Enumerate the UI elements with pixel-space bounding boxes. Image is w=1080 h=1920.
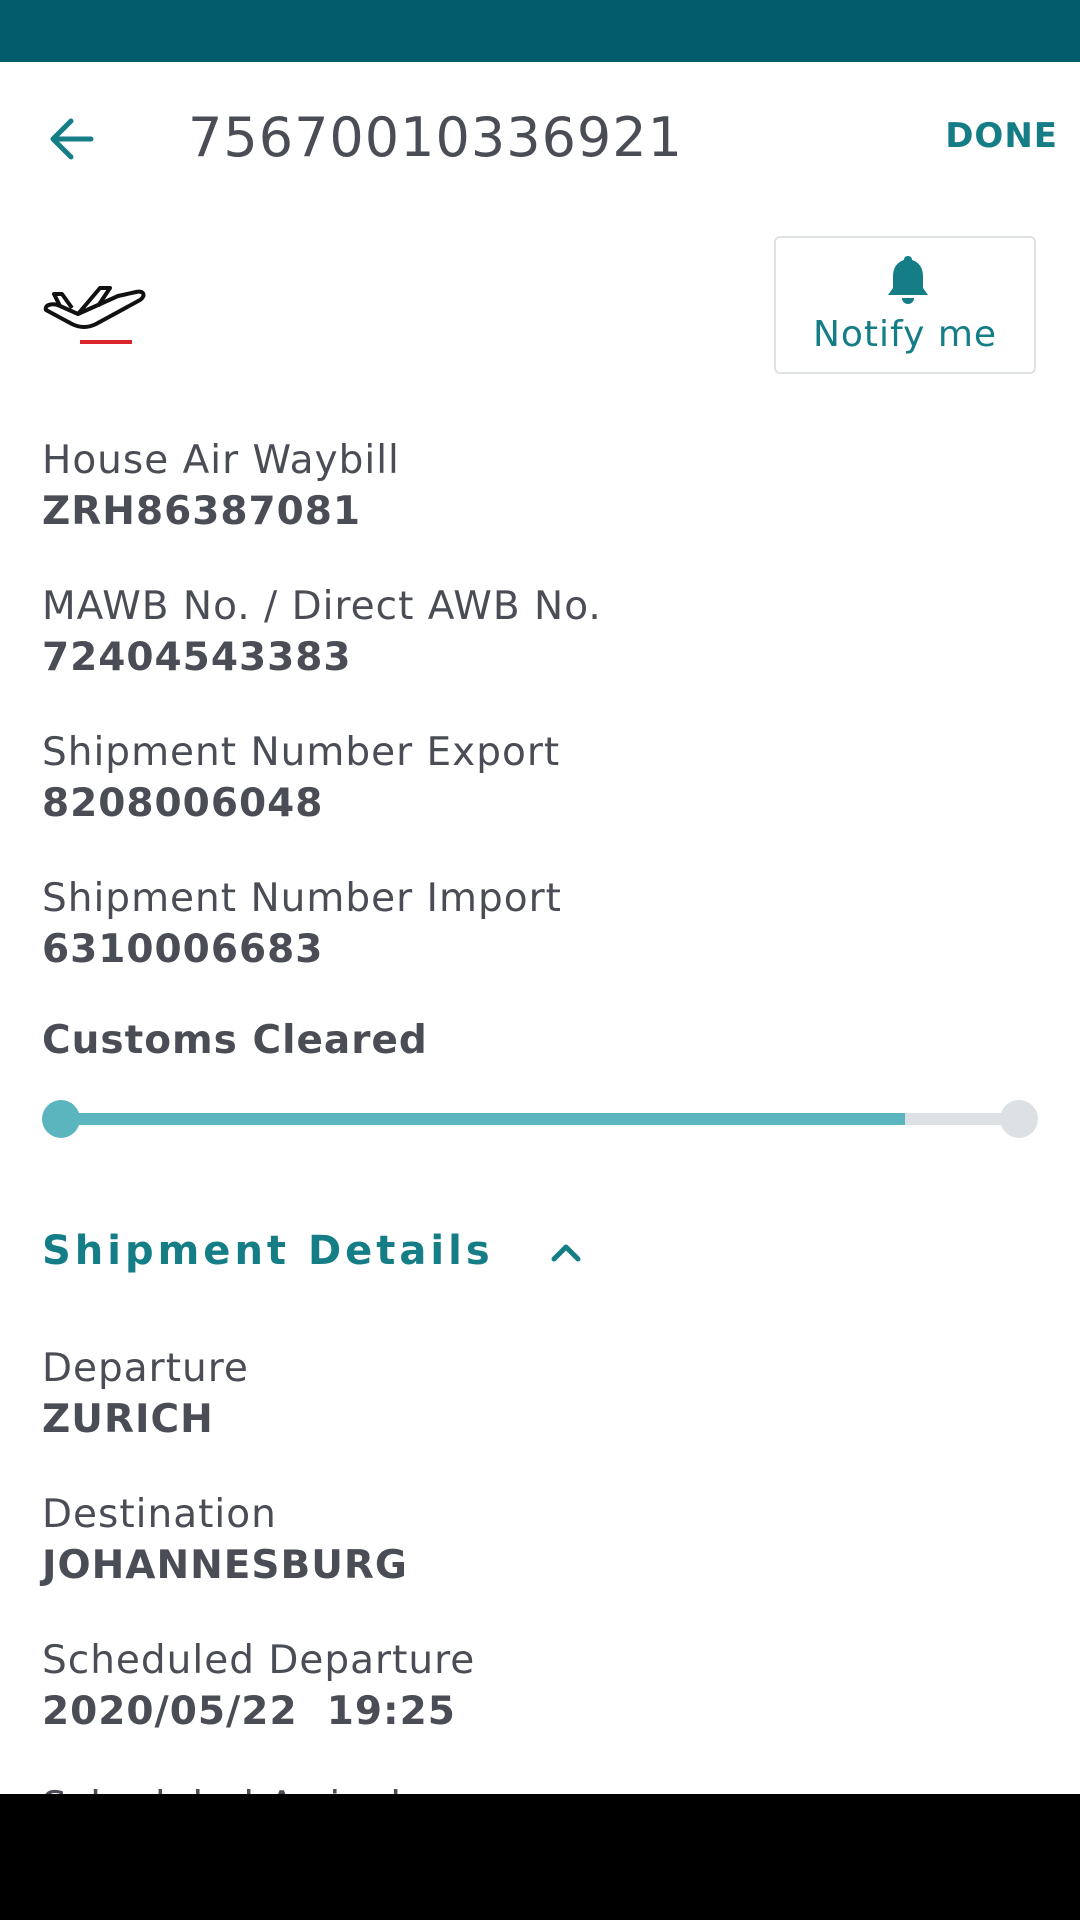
- status-bar: [0, 0, 1080, 62]
- shipment-details-toggle[interactable]: Shipment Details: [42, 1228, 586, 1274]
- field-label: Scheduled Departure: [42, 1638, 476, 1683]
- field-value: ZRH86387081: [42, 489, 362, 534]
- status-progress-bar: [42, 1100, 1038, 1138]
- field-label: Destination: [42, 1492, 277, 1537]
- bell-icon: [888, 256, 928, 304]
- notify-me-label: Notify me: [812, 314, 998, 355]
- shipment-number-export: Shipment Number Export 8208006048: [42, 728, 560, 830]
- system-navigation-bar: [0, 1794, 1080, 1920]
- destination: Destination JOHANNESBURG: [42, 1490, 408, 1592]
- house-air-waybill: House Air Waybill ZRH86387081: [42, 436, 400, 538]
- status-label: Customs Cleared: [42, 1018, 428, 1063]
- section-title: Shipment Details: [42, 1228, 494, 1274]
- mawb-number: MAWB No. / Direct AWB No. 72404543383: [42, 582, 602, 684]
- arrow-left-icon: [50, 118, 94, 160]
- done-button[interactable]: DONE: [945, 116, 1058, 156]
- progress-end-dot: [1000, 1100, 1038, 1138]
- scheduled-departure: Scheduled Departure 2020/05/22 19:25: [42, 1636, 475, 1738]
- progress-start-dot: [42, 1100, 80, 1138]
- field-label: Shipment Number Export: [42, 730, 561, 775]
- progress-fill: [60, 1113, 905, 1125]
- field-value: 8208006048: [42, 781, 324, 826]
- field-label: Shipment Number Import: [42, 876, 562, 921]
- app-bar: 75670010336921 DONE: [0, 62, 1080, 212]
- notify-me-button[interactable]: Notify me: [774, 236, 1036, 374]
- field-value: 2020/05/22 19:25: [42, 1689, 456, 1734]
- departure: Departure ZURICH: [42, 1344, 249, 1446]
- field-value: 72404543383: [42, 635, 352, 680]
- chevron-up-icon: [551, 1244, 581, 1262]
- field-value: 6310006683: [42, 927, 324, 972]
- back-button[interactable]: [36, 104, 106, 174]
- airplane-departure-icon: [40, 258, 152, 354]
- shipment-number-import: Shipment Number Import 6310006683: [42, 874, 562, 976]
- field-label: MAWB No. / Direct AWB No.: [42, 584, 602, 629]
- field-value: ZURICH: [42, 1397, 214, 1442]
- page-title: 75670010336921: [188, 106, 683, 169]
- field-label: Departure: [42, 1346, 249, 1391]
- field-label: House Air Waybill: [42, 438, 400, 483]
- field-value: JOHANNESBURG: [42, 1543, 408, 1588]
